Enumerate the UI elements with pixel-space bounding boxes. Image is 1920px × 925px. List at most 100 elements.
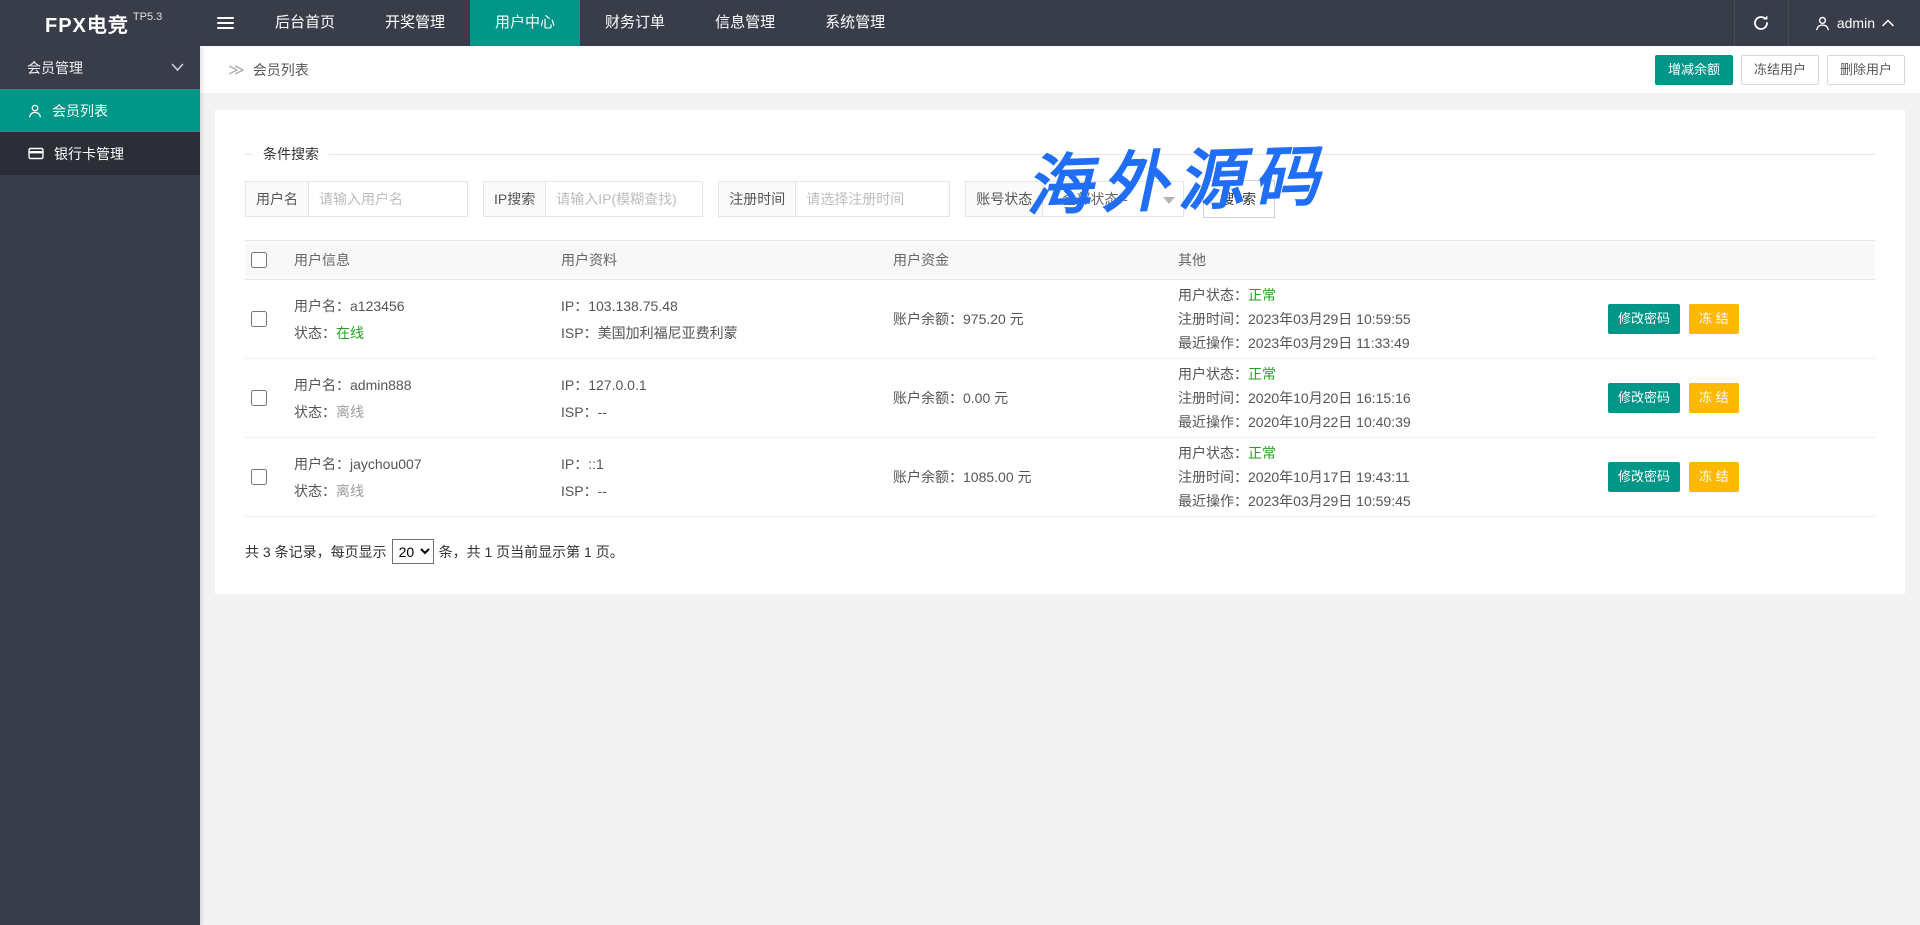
top-header: FPX电竞 TP5.3 后台首页 开奖管理 用户中心 财务订单 信息管理 系统管… (0, 0, 1920, 46)
status-label: 状态： (294, 483, 336, 499)
balance-value: 975.20 元 (963, 311, 1024, 327)
username-label: 用户名： (294, 456, 350, 472)
username-input[interactable] (308, 181, 468, 217)
balance-value: 1085.00 元 (963, 469, 1032, 485)
ip-label: IP： (561, 456, 588, 472)
isp-label: ISP： (561, 404, 598, 420)
pagination: 共 3 条记录，每页显示 20 条，共 1 页当前显示第 1 页。 (245, 539, 1875, 564)
search-button[interactable]: 搜 索 (1203, 180, 1275, 218)
ip-search-input[interactable] (545, 181, 703, 217)
admin-menu[interactable]: admin (1789, 0, 1920, 46)
member-list-card: 条件搜索 用户名 IP搜索 注册时间 账号状态 (215, 110, 1905, 594)
online-status-value: 离线 (336, 483, 364, 499)
last-op-value: 2020年10月22日 10:40:39 (1248, 414, 1411, 430)
last-op-label: 最近操作： (1178, 493, 1248, 509)
ip-filter: IP搜索 (483, 181, 703, 217)
username-label: 用户名： (294, 298, 350, 314)
user-status-label: 用户状态： (1178, 366, 1248, 382)
account-status-select[interactable]: --全部状态-- (1042, 181, 1184, 217)
freeze-button[interactable]: 冻 结 (1689, 304, 1739, 334)
isp-value: 美国加利福尼亚费利蒙 (598, 325, 738, 341)
account-status-label: 账号状态 (965, 181, 1042, 217)
sidebar-item-bank-card-management[interactable]: 银行卡管理 (0, 132, 200, 175)
username-filter-label: 用户名 (245, 181, 308, 217)
search-legend: 条件搜索 (253, 144, 329, 164)
row-checkbox[interactable] (251, 390, 267, 406)
username-filter: 用户名 (245, 181, 468, 217)
user-status-value: 正常 (1248, 366, 1276, 382)
member-table: 用户信息 用户资料 用户资金 其他 用户名：a123456 状态：在线 IP：1… (245, 240, 1875, 517)
tab-lottery-management[interactable]: 开奖管理 (360, 0, 470, 46)
tab-finance-orders[interactable]: 财务订单 (580, 0, 690, 46)
register-time-input[interactable] (795, 181, 950, 217)
last-op-label: 最近操作： (1178, 414, 1248, 430)
freeze-users-button[interactable]: 冻结用户 (1741, 55, 1819, 85)
username-label: 用户名： (294, 377, 350, 393)
reg-time-label: 注册时间： (1178, 390, 1248, 406)
ip-value: 103.138.75.48 (588, 298, 678, 314)
change-password-button[interactable]: 修改密码 (1608, 383, 1680, 413)
sidebar-item-member-list[interactable]: 会员列表 (0, 89, 200, 132)
change-password-button[interactable]: 修改密码 (1608, 304, 1680, 334)
online-status-value: 离线 (336, 404, 364, 420)
brand-version: TP5.3 (133, 11, 162, 23)
row-checkbox[interactable] (251, 469, 267, 485)
breadcrumb-bar: ≫ 会员列表 增减余额 冻结用户 删除用户 (200, 46, 1920, 93)
refresh-icon[interactable] (1734, 0, 1789, 46)
user-status-value: 正常 (1248, 445, 1276, 461)
table-row: 用户名：a123456 状态：在线 IP：103.138.75.48 ISP：美… (245, 280, 1875, 359)
tab-system-management[interactable]: 系统管理 (800, 0, 910, 46)
row-checkbox[interactable] (251, 311, 267, 327)
user-icon (1815, 16, 1830, 31)
last-op-label: 最近操作： (1178, 335, 1248, 351)
col-header-user-profile: 用户资料 (561, 250, 893, 270)
change-password-button[interactable]: 修改密码 (1608, 462, 1680, 492)
tab-dashboard[interactable]: 后台首页 (250, 0, 360, 46)
sidebar: 会员管理 会员列表 银行卡管理 (0, 46, 200, 925)
table-row: 用户名：jaychou007 状态：离线 IP：::1 ISP：-- 账户余额：… (245, 438, 1875, 517)
freeze-button[interactable]: 冻 结 (1689, 383, 1739, 413)
username-value: a123456 (350, 298, 405, 314)
content-area: 条件搜索 用户名 IP搜索 注册时间 账号状态 (200, 93, 1920, 611)
breadcrumb-chevrons-icon: ≫ (228, 60, 245, 80)
per-page-select[interactable]: 20 (392, 539, 434, 564)
chevron-up-icon (1882, 19, 1894, 27)
reg-time-value: 2020年10月20日 16:15:16 (1248, 390, 1411, 406)
pagination-prefix: 共 3 条记录，每页显示 (245, 542, 387, 562)
brand-name: FPX电竞 (45, 9, 129, 38)
regtime-filter: 注册时间 (718, 181, 950, 217)
balance-value: 0.00 元 (963, 390, 1008, 406)
delete-users-button[interactable]: 删除用户 (1827, 55, 1905, 85)
col-header-user-funds: 用户资金 (893, 250, 1178, 270)
isp-value: -- (598, 404, 607, 420)
tab-user-center[interactable]: 用户中心 (470, 0, 580, 46)
reg-time-value: 2023年03月29日 10:59:55 (1248, 311, 1411, 327)
username-value: jaychou007 (350, 456, 422, 472)
pagination-suffix: 条，共 1 页当前显示第 1 页。 (439, 542, 624, 562)
col-header-other: 其他 (1178, 250, 1608, 270)
online-status-value: 在线 (336, 325, 364, 341)
last-op-value: 2023年03月29日 11:33:49 (1248, 335, 1410, 351)
ip-filter-label: IP搜索 (483, 181, 545, 217)
main-area: ≫ 会员列表 增减余额 冻结用户 删除用户 条件搜索 用户名 IP搜索 (200, 46, 1920, 925)
admin-username: admin (1837, 15, 1875, 31)
top-nav: 后台首页 开奖管理 用户中心 财务订单 信息管理 系统管理 (250, 0, 910, 46)
sidebar-group-member-management[interactable]: 会员管理 (0, 46, 200, 89)
header-right: admin (1734, 0, 1920, 46)
add-balance-button[interactable]: 增减余额 (1655, 55, 1733, 85)
reg-time-label: 注册时间： (1178, 311, 1248, 327)
sidebar-item-label: 会员列表 (52, 101, 108, 121)
select-all-checkbox[interactable] (251, 252, 267, 268)
tab-info-management[interactable]: 信息管理 (690, 0, 800, 46)
user-status-label: 用户状态： (1178, 287, 1248, 303)
ip-label: IP： (561, 298, 588, 314)
menu-toggle-icon[interactable] (200, 0, 250, 46)
freeze-button[interactable]: 冻 结 (1689, 462, 1739, 492)
username-value: admin888 (350, 377, 412, 393)
reg-time-value: 2020年10月17日 19:43:11 (1248, 469, 1410, 485)
user-status-value: 正常 (1248, 287, 1276, 303)
table-row: 用户名：admin888 状态：离线 IP：127.0.0.1 ISP：-- 账… (245, 359, 1875, 438)
account-status-filter: 账号状态 --全部状态-- (965, 181, 1184, 217)
balance-label: 账户余额： (893, 469, 963, 485)
status-label: 状态： (294, 325, 336, 341)
